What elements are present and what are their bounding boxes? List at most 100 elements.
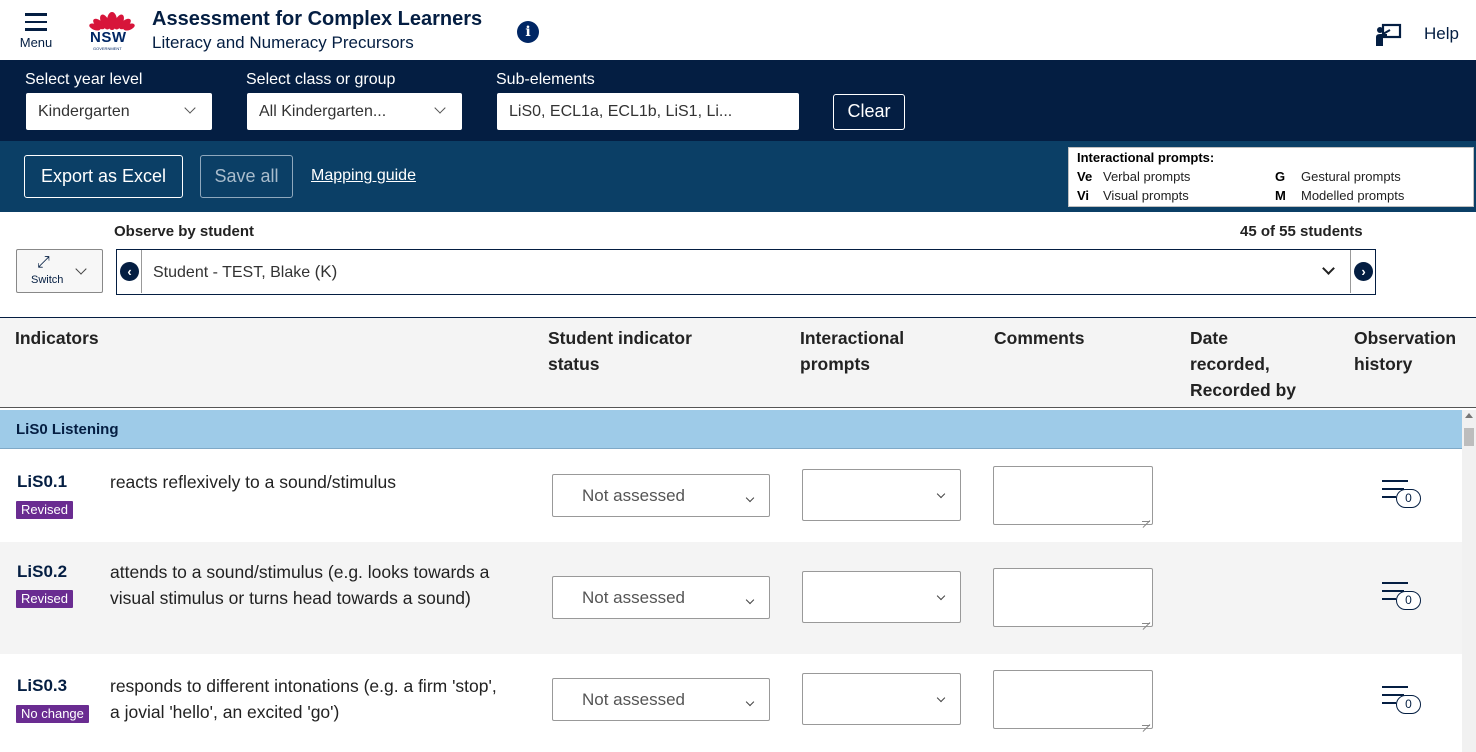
resize-handle-icon [1142, 718, 1150, 726]
comment-field[interactable] [993, 568, 1153, 627]
prompts-select[interactable] [802, 673, 961, 725]
year-level-label: Select year level [25, 71, 143, 88]
chevron-down-icon [936, 489, 946, 499]
status-badge: Revised [16, 501, 73, 519]
info-icon[interactable]: i [517, 21, 539, 43]
chevron-right-icon: › [1354, 262, 1373, 281]
status-value: Not assessed [582, 486, 685, 505]
filter-bar: Select year level Kindergarten Select cl… [0, 60, 1476, 141]
col-prompts: Interactional prompts [800, 328, 905, 374]
comment-field[interactable] [993, 670, 1153, 729]
section-header: LiS0 Listening [0, 410, 1462, 449]
history-list-icon [1382, 686, 1408, 688]
chevron-down-icon [745, 595, 755, 605]
table-header: Indicators Student indicator status Inter… [0, 317, 1476, 408]
class-group-select[interactable]: All Kindergarten... [247, 93, 462, 130]
chevron-down-icon [936, 693, 946, 703]
legend-item: G Gestural prompts [1275, 169, 1401, 184]
student-count: 45 of 55 students [1240, 223, 1363, 240]
chevron-down-icon [1322, 262, 1335, 275]
indicator-status-select[interactable]: Not assessed [552, 474, 770, 517]
comment-field[interactable] [993, 466, 1153, 525]
indicator-status-select[interactable]: Not assessed [552, 576, 770, 619]
scroll-thumb[interactable] [1464, 428, 1474, 446]
col-indicators: Indicators [15, 328, 99, 348]
status-badge: Revised [16, 590, 73, 608]
previous-student-button[interactable]: ‹ [117, 250, 142, 293]
history-list-line [1382, 702, 1396, 704]
observation-history-button[interactable]: 0 [1380, 580, 1424, 614]
observation-history-button[interactable]: 0 [1380, 478, 1424, 512]
history-list-line [1382, 598, 1396, 600]
export-excel-button[interactable]: Export as Excel [24, 155, 183, 198]
help-icon[interactable] [1374, 22, 1402, 48]
action-bar: Export as Excel Save all Mapping guide I… [0, 141, 1476, 212]
legend-item: M Modelled prompts [1275, 188, 1405, 203]
class-group-label: Select class or group [246, 71, 396, 88]
switch-arrows-icon: ⤢ [37, 254, 50, 271]
switch-label: Switch [31, 274, 64, 286]
history-list-icon [1382, 480, 1408, 482]
table-row: LiS0.3 No change responds to different i… [0, 654, 1462, 752]
history-count: 0 [1396, 695, 1421, 714]
history-list-icon [1382, 582, 1408, 584]
table-scrollbar[interactable] [1462, 410, 1476, 752]
app-header: Menu NSW GOVERNMENT Assessment for Compl… [0, 0, 1476, 60]
student-select-value: Student - TEST, Blake (K) [153, 262, 338, 281]
chevron-down-icon [184, 102, 196, 114]
resize-handle-icon [1142, 616, 1150, 624]
switch-view-button[interactable]: ⤢ Switch [16, 249, 103, 293]
observation-history-button[interactable]: 0 [1380, 684, 1424, 718]
status-value: Not assessed [582, 588, 685, 607]
menu-label: Menu [19, 34, 53, 50]
history-count: 0 [1396, 591, 1421, 610]
class-group-value: All Kindergarten... [259, 103, 387, 120]
sub-elements-value: LiS0, ECL1a, ECL1b, LiS1, Li... [509, 103, 733, 120]
prompts-select[interactable] [802, 469, 961, 521]
indicator-code: LiS0.2 [17, 562, 68, 581]
scroll-up-icon[interactable] [1465, 413, 1473, 418]
indicator-status-select[interactable]: Not assessed [552, 678, 770, 721]
col-status: Student indicator status [548, 328, 692, 374]
legend-title: Interactional prompts: [1077, 150, 1215, 165]
table-row: LiS0.2 Revised attends to a sound/stimul… [0, 542, 1462, 654]
legend-item: Ve Verbal prompts [1077, 169, 1191, 184]
chevron-down-icon [936, 591, 946, 601]
indicator-description: responds to different intonations (e.g. … [110, 676, 497, 722]
history-list-line [1382, 496, 1396, 498]
col-date: Date recorded, Recorded by [1190, 328, 1296, 400]
observe-label: Observe by student [114, 223, 255, 240]
menu-button[interactable]: Menu [14, 10, 58, 50]
help-link[interactable]: Help [1424, 24, 1459, 44]
chevron-down-icon [745, 493, 755, 503]
chevron-down-icon [75, 263, 87, 275]
menu-icon [14, 10, 58, 31]
sub-elements-label: Sub-elements [496, 71, 595, 88]
col-comments: Comments [994, 328, 1085, 348]
prompts-legend: Interactional prompts: Ve Verbal prompts … [1068, 147, 1474, 207]
nsw-logo[interactable]: NSW GOVERNMENT [88, 6, 136, 52]
prompts-select[interactable] [802, 571, 961, 623]
section-title: LiS0 Listening [16, 421, 119, 438]
col-history: Observation history [1354, 328, 1457, 374]
indicator-description: attends to a sound/stimulus (e.g. looks … [110, 562, 490, 608]
history-count: 0 [1396, 489, 1421, 508]
table-row: LiS0.1 Revised reacts reflexively to a s… [0, 450, 1462, 542]
student-select[interactable]: ‹ Student - TEST, Blake (K) › [116, 249, 1376, 295]
status-badge: No change [16, 705, 89, 723]
resize-handle-icon [1142, 514, 1150, 522]
mapping-guide-link[interactable]: Mapping guide [311, 167, 416, 185]
page-subtitle: Literacy and Numeracy Precursors [152, 33, 414, 52]
clear-button[interactable]: Clear [833, 94, 905, 130]
chevron-down-icon [745, 697, 755, 707]
status-value: Not assessed [582, 690, 685, 709]
indicator-code: LiS0.1 [17, 472, 68, 491]
year-level-value: Kindergarten [38, 103, 130, 120]
sub-elements-select[interactable]: LiS0, ECL1a, ECL1b, LiS1, Li... [497, 93, 799, 130]
next-student-button[interactable]: › [1350, 250, 1375, 293]
year-level-select[interactable]: Kindergarten [26, 93, 212, 130]
logo-subtext: GOVERNMENT [93, 46, 122, 51]
chevron-down-icon [434, 102, 446, 114]
save-all-button[interactable]: Save all [200, 155, 293, 198]
indicator-description: reacts reflexively to a sound/stimulus [110, 472, 396, 492]
